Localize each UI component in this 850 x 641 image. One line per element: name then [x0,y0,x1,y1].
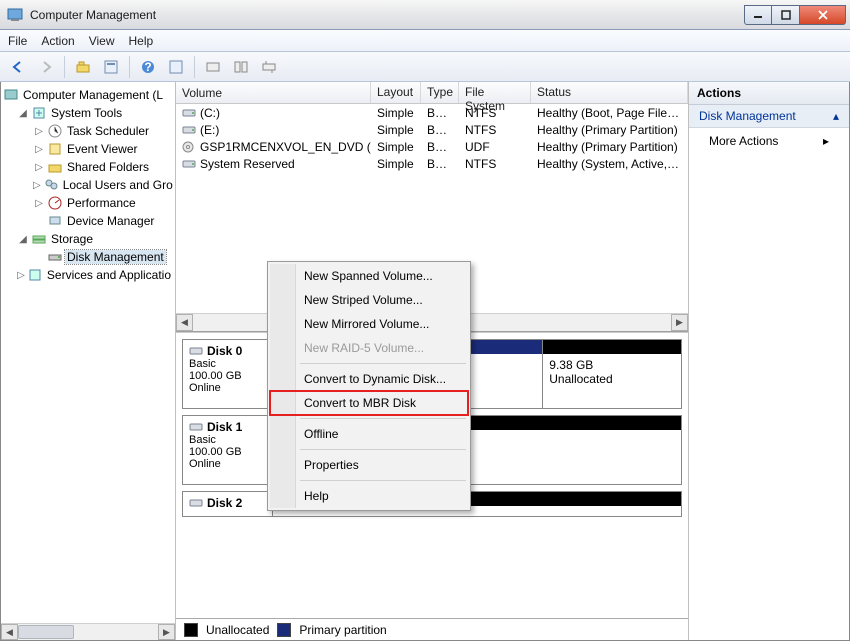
ctx-new-striped[interactable]: New Striped Volume... [270,288,468,312]
close-button[interactable] [800,5,846,25]
collapse-icon[interactable]: ◢ [17,107,29,119]
scroll-left-icon[interactable]: ◀ [1,624,18,640]
menu-view[interactable]: View [89,34,115,48]
partition[interactable]: 9.38 GBUnallocated [542,340,681,408]
expand-icon[interactable]: ▷ [33,125,45,137]
drive-icon [182,141,196,153]
maximize-button[interactable] [772,5,800,25]
disk-info[interactable]: Disk 1Basic100.00 GBOnline [183,416,273,484]
disk-info[interactable]: Disk 0Basic100.00 GBOnline [183,340,273,408]
toolbar-icon-5[interactable] [257,55,281,79]
toolbar-icon-4[interactable] [229,55,253,79]
toolbar: ? [0,52,850,82]
tree-scrollbar[interactable]: ◀ ▶ [1,623,175,640]
app-icon [6,6,24,24]
table-row[interactable]: GSP1RMCENXVOL_EN_DVD (D:)SimpleBasicUDFH… [176,138,688,155]
tree-shared-folders[interactable]: ▷Shared Folders [3,158,173,176]
actions-section[interactable]: Disk Management ▴ [689,105,849,128]
disk-icon [189,345,203,357]
ctx-convert-mbr[interactable]: Convert to MBR Disk [270,391,468,415]
actions-title: Actions [689,82,849,105]
chevron-right-icon: ▸ [823,134,829,148]
tree-performance[interactable]: ▷Performance [3,194,173,212]
scroll-left-icon[interactable]: ◀ [176,314,193,331]
help-icon[interactable]: ? [136,55,160,79]
scroll-right-icon[interactable]: ▶ [671,314,688,331]
menu-help[interactable]: Help [129,34,154,48]
back-button[interactable] [6,55,30,79]
properties-icon[interactable] [99,55,123,79]
drive-icon [182,107,196,119]
legend-unalloc: Unallocated [206,623,269,637]
table-row[interactable]: System ReservedSimpleBasicNTFSHealthy (S… [176,155,688,172]
expand-icon[interactable]: ▷ [33,161,45,173]
legend-primary: Primary partition [299,623,386,637]
tree-event-viewer[interactable]: ▷Event Viewer [3,140,173,158]
col-type[interactable]: Type [421,82,459,103]
tree-storage[interactable]: ◢Storage [3,230,173,248]
tree-local-users[interactable]: ▷Local Users and Gro [3,176,173,194]
menu-file[interactable]: File [8,34,27,48]
forward-button[interactable] [34,55,58,79]
col-layout[interactable]: Layout [371,82,421,103]
expand-icon[interactable]: ▷ [17,269,25,281]
disk-icon [189,421,203,433]
ctx-properties[interactable]: Properties [270,453,468,477]
table-row[interactable]: (E:)SimpleBasicNTFSHealthy (Primary Part… [176,121,688,138]
tree-root[interactable]: Computer Management (L [3,86,173,104]
legend-swatch-primary [277,623,291,637]
tree-task-scheduler[interactable]: ▷Task Scheduler [3,122,173,140]
window-title: Computer Management [30,8,744,22]
toolbar-icon-2[interactable] [164,55,188,79]
context-menu: New Spanned Volume... New Striped Volume… [267,261,471,511]
collapse-icon[interactable]: ◢ [17,233,29,245]
scroll-right-icon[interactable]: ▶ [158,624,175,640]
tree-device-manager[interactable]: Device Manager [3,212,173,230]
expand-icon[interactable]: ▷ [33,197,45,209]
tree-system-tools[interactable]: ◢System Tools [3,104,173,122]
ctx-help[interactable]: Help [270,484,468,508]
titlebar: Computer Management [0,0,850,30]
menubar: File Action View Help [0,30,850,52]
minimize-button[interactable] [744,5,772,25]
legend-swatch-unalloc [184,623,198,637]
tree-services-apps[interactable]: ▷Services and Applicatio [3,266,173,284]
scroll-thumb[interactable] [18,625,74,639]
toolbar-icon[interactable] [71,55,95,79]
ctx-new-raid5: New RAID-5 Volume... [270,336,468,360]
actions-pane: Actions Disk Management ▴ More Actions ▸ [689,82,849,640]
tree-disk-management[interactable]: Disk Management [3,248,173,266]
disk-icon [189,497,203,509]
ctx-new-spanned[interactable]: New Spanned Volume... [270,264,468,288]
menu-action[interactable]: Action [41,34,74,48]
col-volume[interactable]: Volume [176,82,371,103]
expand-icon[interactable]: ▷ [33,143,45,155]
drive-icon [182,124,196,136]
tree-pane: Computer Management (L ◢System Tools ▷Ta… [1,82,176,640]
disk-info[interactable]: Disk 2 [183,492,273,516]
expand-icon[interactable]: ▷ [33,179,41,191]
col-status[interactable]: Status [531,82,688,103]
drive-icon [182,158,196,170]
collapse-icon[interactable]: ▴ [833,109,839,123]
ctx-new-mirrored[interactable]: New Mirrored Volume... [270,312,468,336]
ctx-convert-dynamic[interactable]: Convert to Dynamic Disk... [270,367,468,391]
actions-more[interactable]: More Actions ▸ [689,128,849,154]
table-row[interactable]: (C:)SimpleBasicNTFSHealthy (Boot, Page F… [176,104,688,121]
legend: Unallocated Primary partition [176,618,688,640]
toolbar-icon-3[interactable] [201,55,225,79]
svg-text:?: ? [144,60,151,74]
ctx-offline[interactable]: Offline [270,422,468,446]
col-fs[interactable]: File System [459,82,531,103]
table-header: Volume Layout Type File System Status [176,82,688,104]
